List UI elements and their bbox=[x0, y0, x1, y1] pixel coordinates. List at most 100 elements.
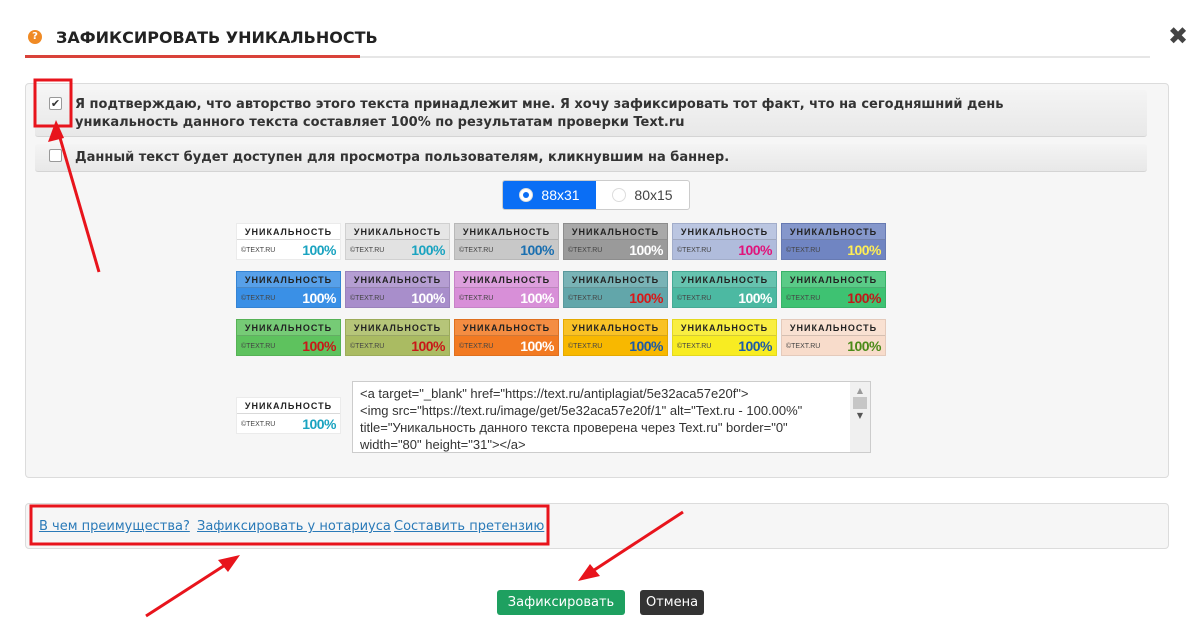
banner-title: УНИКАЛЬНОСТЬ bbox=[782, 224, 885, 240]
banner-option[interactable]: УНИКАЛЬНОСТЬ ©TEXT.RU 100% bbox=[454, 223, 559, 260]
banner-option[interactable]: УНИКАЛЬНОСТЬ ©TEXT.RU 100% bbox=[236, 271, 341, 308]
banner-option[interactable]: УНИКАЛЬНОСТЬ ©TEXT.RU 100% bbox=[345, 271, 450, 308]
banner-option[interactable]: УНИКАЛЬНОСТЬ ©TEXT.RU 100% bbox=[345, 319, 450, 356]
size-label: 80x15 bbox=[634, 187, 673, 203]
banner-source: ©TEXT.RU bbox=[677, 246, 712, 254]
banner-title: УНИКАЛЬНОСТЬ bbox=[455, 320, 558, 336]
banner-percent: 100% bbox=[738, 242, 772, 258]
banner-grid: УНИКАЛЬНОСТЬ ©TEXT.RU 100% УНИКАЛЬНОСТЬ ©TEX… bbox=[236, 223, 891, 356]
textarea-scrollbar[interactable]: ▲ ▼ bbox=[850, 382, 870, 452]
banner-source: ©TEXT.RU bbox=[677, 342, 712, 350]
dialog-title: ЗАФИКСИРОВАТЬ УНИКАЛЬНОСТЬ bbox=[56, 28, 378, 47]
banner-source: ©TEXT.RU bbox=[350, 246, 385, 254]
banner-option[interactable]: УНИКАЛЬНОСТЬ ©TEXT.RU 100% bbox=[672, 271, 777, 308]
banner-source: ©TEXT.RU bbox=[241, 420, 276, 428]
public-row: Данный текст будет доступен для просмотр… bbox=[35, 144, 1147, 172]
banner-percent: 100% bbox=[738, 290, 772, 306]
banner-source: ©TEXT.RU bbox=[459, 294, 494, 302]
size-option-88x31[interactable]: 88x31 bbox=[503, 181, 596, 209]
banner-percent: 100% bbox=[520, 338, 554, 354]
banner-size-toggle: 88x31 80x15 bbox=[502, 180, 690, 210]
banner-percent: 100% bbox=[738, 338, 772, 354]
banner-title: УНИКАЛЬНОСТЬ bbox=[346, 272, 449, 288]
banner-option[interactable]: УНИКАЛЬНОСТЬ ©TEXT.RU 100% bbox=[672, 319, 777, 356]
cancel-button[interactable]: Отмена bbox=[640, 590, 704, 615]
banner-title: УНИКАЛЬНОСТЬ bbox=[237, 272, 340, 288]
banner-option[interactable]: УНИКАЛЬНОСТЬ ©TEXT.RU 100% bbox=[672, 223, 777, 260]
banner-source: ©TEXT.RU bbox=[786, 294, 821, 302]
banner-source: ©TEXT.RU bbox=[241, 342, 276, 350]
banner-percent: 100% bbox=[847, 242, 881, 258]
banner-title: УНИКАЛЬНОСТЬ bbox=[673, 224, 776, 240]
banner-title: УНИКАЛЬНОСТЬ bbox=[564, 320, 667, 336]
banner-source: ©TEXT.RU bbox=[459, 246, 494, 254]
radio-icon bbox=[612, 188, 627, 202]
banner-source: ©TEXT.RU bbox=[459, 342, 494, 350]
banner-source: ©TEXT.RU bbox=[350, 342, 385, 350]
banner-title: УНИКАЛЬНОСТЬ bbox=[237, 320, 340, 336]
links-panel: В чем преимущества? Зафиксировать у нота… bbox=[25, 503, 1169, 549]
banner-title: УНИКАЛЬНОСТЬ bbox=[673, 320, 776, 336]
banner-percent: 100% bbox=[411, 338, 445, 354]
banner-title: УНИКАЛЬНОСТЬ bbox=[564, 272, 667, 288]
banner-option[interactable]: УНИКАЛЬНОСТЬ ©TEXT.RU 100% bbox=[236, 223, 341, 260]
banner-title: УНИКАЛЬНОСТЬ bbox=[346, 224, 449, 240]
banner-preview: УНИКАЛЬНОСТЬ ©TEXT.RU 100% bbox=[236, 397, 341, 434]
banner-percent: 100% bbox=[302, 242, 336, 258]
banner-option[interactable]: УНИКАЛЬНОСТЬ ©TEXT.RU 100% bbox=[454, 271, 559, 308]
banner-title: УНИКАЛЬНОСТЬ bbox=[346, 320, 449, 336]
banner-percent: 100% bbox=[411, 242, 445, 258]
banner-source: ©TEXT.RU bbox=[786, 342, 821, 350]
advantages-link[interactable]: В чем преимущества? bbox=[39, 519, 190, 534]
banner-option[interactable]: УНИКАЛЬНОСТЬ ©TEXT.RU 100% bbox=[781, 271, 886, 308]
banner-percent: 100% bbox=[520, 290, 554, 306]
title-underline bbox=[25, 55, 360, 58]
notary-link[interactable]: Зафиксировать у нотариуса bbox=[197, 519, 391, 534]
banner-option[interactable]: УНИКАЛЬНОСТЬ ©TEXT.RU 100% bbox=[563, 223, 668, 260]
banner-percent: 100% bbox=[629, 338, 663, 354]
size-option-80x15[interactable]: 80x15 bbox=[596, 181, 689, 209]
radio-icon bbox=[519, 188, 534, 202]
banner-title: УНИКАЛЬНОСТЬ bbox=[455, 272, 558, 288]
embed-code-textarea[interactable]: <a target="_blank" href="https://text.ru… bbox=[352, 381, 871, 453]
banner-percent: 100% bbox=[629, 242, 663, 258]
banner-option[interactable]: УНИКАЛЬНОСТЬ ©TEXT.RU 100% bbox=[345, 223, 450, 260]
claim-link[interactable]: Составить претензию bbox=[394, 519, 544, 534]
public-checkbox[interactable] bbox=[49, 149, 62, 162]
banner-source: ©TEXT.RU bbox=[568, 246, 603, 254]
banner-option[interactable]: УНИКАЛЬНОСТЬ ©TEXT.RU 100% bbox=[781, 223, 886, 260]
banner-option[interactable]: УНИКАЛЬНОСТЬ ©TEXT.RU 100% bbox=[454, 319, 559, 356]
public-label: Данный текст будет доступен для просмотр… bbox=[75, 150, 730, 165]
confirm-checkbox[interactable]: ✔ bbox=[49, 97, 62, 110]
banner-option[interactable]: УНИКАЛЬНОСТЬ ©TEXT.RU 100% bbox=[781, 319, 886, 356]
close-icon[interactable]: ✖ bbox=[1168, 22, 1188, 50]
size-label: 88x31 bbox=[541, 187, 580, 203]
banner-source: ©TEXT.RU bbox=[350, 294, 385, 302]
banner-option[interactable]: УНИКАЛЬНОСТЬ ©TEXT.RU 100% bbox=[563, 319, 668, 356]
banner-percent: 100% bbox=[847, 338, 881, 354]
banner-title: УНИКАЛЬНОСТЬ bbox=[782, 320, 885, 336]
banner-option[interactable]: УНИКАЛЬНОСТЬ ©TEXT.RU 100% bbox=[236, 319, 341, 356]
arrowhead-icon bbox=[218, 555, 240, 572]
confirm-row: ✔ Я подтверждаю, что авторство этого тек… bbox=[35, 90, 1147, 137]
banner-source: ©TEXT.RU bbox=[786, 246, 821, 254]
banner-title: УНИКАЛЬНОСТЬ bbox=[237, 224, 340, 240]
banner-percent: 100% bbox=[302, 416, 336, 432]
banner-title: УНИКАЛЬНОСТЬ bbox=[455, 224, 558, 240]
banner-percent: 100% bbox=[302, 338, 336, 354]
banner-percent: 100% bbox=[411, 290, 445, 306]
banner-percent: 100% bbox=[302, 290, 336, 306]
banner-source: ©TEXT.RU bbox=[568, 294, 603, 302]
help-icon[interactable]: ? bbox=[28, 30, 42, 44]
banner-title: УНИКАЛЬНОСТЬ bbox=[782, 272, 885, 288]
banner-percent: 100% bbox=[520, 242, 554, 258]
banner-title: УНИКАЛЬНОСТЬ bbox=[237, 398, 340, 414]
banner-percent: 100% bbox=[847, 290, 881, 306]
banner-source: ©TEXT.RU bbox=[241, 294, 276, 302]
banner-source: ©TEXT.RU bbox=[568, 342, 603, 350]
submit-button[interactable]: Зафиксировать bbox=[497, 590, 625, 615]
banner-option[interactable]: УНИКАЛЬНОСТЬ ©TEXT.RU 100% bbox=[563, 271, 668, 308]
arrowhead-icon bbox=[578, 564, 600, 581]
banner-source: ©TEXT.RU bbox=[677, 294, 712, 302]
confirm-label: Я подтверждаю, что авторство этого текст… bbox=[75, 97, 1004, 130]
